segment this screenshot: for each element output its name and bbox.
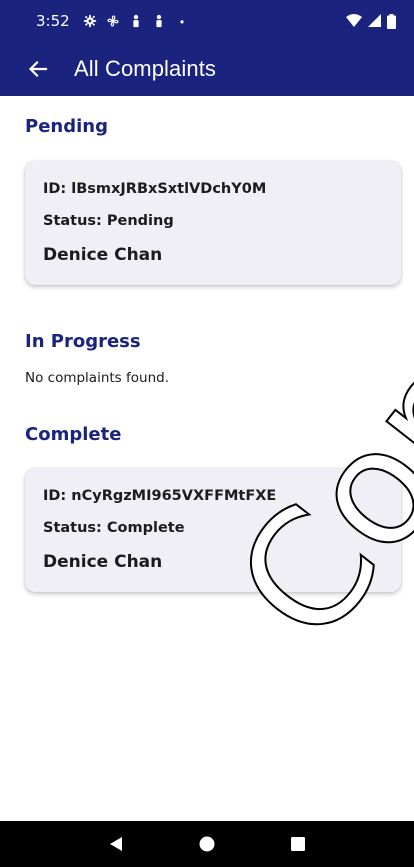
- back-triangle-icon: [109, 837, 122, 851]
- complaint-status: Status: Complete: [43, 520, 185, 536]
- page-title: All Complaints: [74, 56, 217, 81]
- complaint-name: Denice Chan: [43, 552, 163, 572]
- app-bar: All Complaints: [0, 42, 414, 96]
- complaint-name: Denice Chan: [43, 245, 163, 265]
- home-circle-icon: [199, 836, 215, 852]
- fan-icon: [107, 15, 119, 27]
- complaint-card-complete[interactable]: ID: nCyRgzMI965VXFFMtFXE Status: Complet…: [25, 468, 401, 592]
- section-heading-pending: Pending: [25, 116, 108, 137]
- arrow-back-icon: [28, 60, 48, 78]
- status-left: 3:52: [36, 12, 189, 30]
- nav-recents-button[interactable]: [283, 829, 313, 859]
- wifi-icon: [346, 14, 362, 27]
- person-icon: [156, 14, 162, 28]
- nav-back-button[interactable]: [101, 829, 131, 859]
- settings-icon: [83, 14, 96, 28]
- complaint-id: ID: nCyRgzMI965VXFFMtFXE: [43, 488, 277, 504]
- nav-home-button[interactable]: [192, 829, 222, 859]
- person-icon: [133, 14, 139, 28]
- battery-icon: [387, 13, 396, 29]
- status-bar: 3:52: [0, 0, 414, 42]
- signal-icon: [368, 14, 381, 27]
- complaint-status: Status: Pending: [43, 213, 174, 229]
- complaint-card-pending[interactable]: ID: lBsmxJRBxSxtlVDchY0M Status: Pending…: [25, 161, 401, 285]
- status-right: [346, 13, 396, 29]
- section-heading-complete: Complete: [25, 424, 122, 445]
- empty-state-text: No complaints found.: [25, 370, 169, 386]
- dot-icon: [180, 20, 184, 24]
- recents-square-icon: [291, 837, 306, 851]
- complaint-id: ID: lBsmxJRBxSxtlVDchY0M: [43, 181, 267, 197]
- back-button[interactable]: [8, 42, 68, 96]
- screen: 3:52 All Complaints Pending ID: lBsmxJRB…: [0, 0, 414, 867]
- status-time: 3:52: [36, 12, 70, 30]
- section-heading-in-progress: In Progress: [25, 331, 141, 352]
- system-nav-bar: [0, 821, 414, 867]
